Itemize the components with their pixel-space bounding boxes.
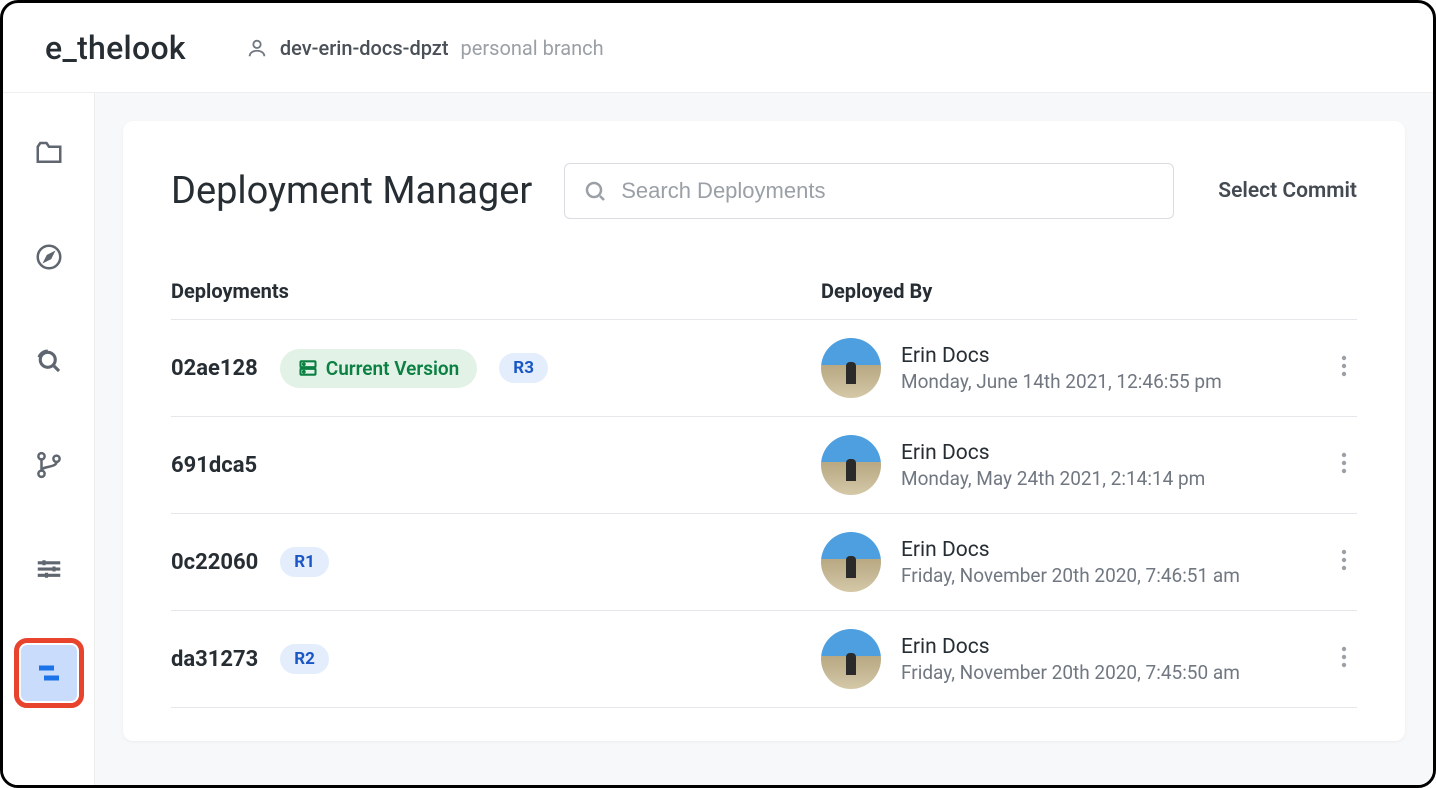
sidebar-git-branch-icon[interactable] [21,437,77,493]
row-actions-menu[interactable] [1331,442,1357,488]
kebab-icon [1341,549,1347,571]
deployer-name: Erin Docs [901,538,1240,562]
search-input[interactable] [621,178,1155,204]
current-version-badge: Current Version [280,349,478,388]
header: e_thelook dev-erin-docs-dpzt personal br… [3,3,1433,93]
kebab-icon [1341,646,1347,668]
avatar [821,629,881,689]
column-header-deployed-by: Deployed By [821,279,1357,303]
user-icon [246,37,268,59]
project-title: e_thelook [45,29,186,67]
commit-hash[interactable]: 02ae128 [171,356,258,381]
table-header: Deployments Deployed By [171,279,1357,320]
column-header-deployments: Deployments [171,279,821,303]
deploy-date: Friday, November 20th 2020, 7:46:51 am [901,564,1240,587]
sidebar-files-icon[interactable] [21,125,77,181]
sidebar [3,93,95,785]
commit-hash[interactable]: 691dca5 [171,453,257,478]
deploy-date: Monday, June 14th 2021, 12:46:55 pm [901,370,1222,393]
release-tag[interactable]: R2 [280,644,329,674]
commit-hash[interactable]: 0c22060 [171,550,258,575]
search-icon [583,179,607,203]
search-box[interactable] [564,163,1174,219]
deployer-name: Erin Docs [901,344,1222,368]
branch-name: dev-erin-docs-dpzt [280,36,449,60]
deployer-name: Erin Docs [901,441,1205,465]
deployer-name: Erin Docs [901,635,1240,659]
select-commit-button[interactable]: Select Commit [1218,179,1357,203]
server-icon [298,358,318,378]
page-title: Deployment Manager [171,169,532,213]
kebab-icon [1341,452,1347,474]
deployment-row: 691dca5 Erin DocsMonday, May 24th 2021, 2… [171,417,1357,514]
avatar [821,338,881,398]
commit-hash[interactable]: da31273 [171,647,258,672]
deployment-panel: Deployment Manager Select Commit Deploym… [123,121,1405,741]
branch-type: personal branch [461,36,604,60]
release-tag[interactable]: R3 [499,353,548,383]
release-tag[interactable]: R1 [280,547,329,577]
deployment-row: da31273 R2 Erin DocsFriday, November 20th … [171,611,1357,708]
row-actions-menu[interactable] [1331,345,1357,391]
deployment-row: 0c22060 R1 Erin DocsFriday, November 20th … [171,514,1357,611]
sidebar-settings-icon[interactable] [21,541,77,597]
row-actions-menu[interactable] [1331,636,1357,682]
sidebar-compass-icon[interactable] [21,229,77,285]
avatar [821,532,881,592]
deploy-date: Friday, November 20th 2020, 7:45:50 am [901,661,1240,684]
kebab-icon [1341,355,1347,377]
avatar [821,435,881,495]
sidebar-search-icon[interactable] [21,333,77,389]
row-actions-menu[interactable] [1331,539,1357,585]
deployment-row: 02ae128 Current Version R3 Erin DocsMonday,… [171,320,1357,417]
deploy-date: Monday, May 24th 2021, 2:14:14 pm [901,467,1205,490]
sidebar-deploy-icon[interactable] [21,645,77,701]
branch-selector[interactable]: dev-erin-docs-dpzt personal branch [246,36,604,60]
